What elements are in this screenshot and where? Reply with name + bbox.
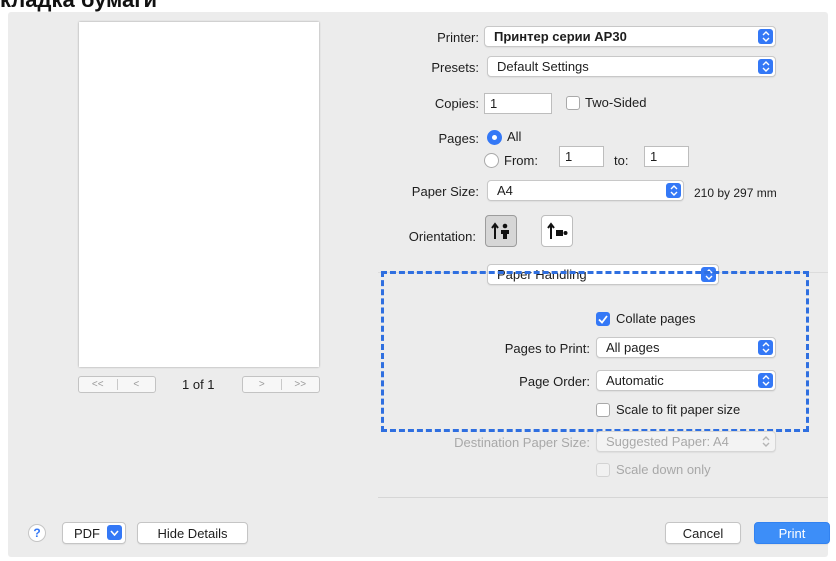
- pages-to-field[interactable]: 1: [644, 146, 689, 167]
- pages-to-print-value: All pages: [606, 340, 660, 355]
- previous-page-button[interactable]: <: [117, 379, 155, 390]
- preview-nav-forward-group: > >>: [242, 376, 320, 393]
- last-page-button[interactable]: >>: [281, 379, 319, 390]
- scale-to-fit-checkbox[interactable]: [596, 403, 610, 417]
- collate-pages-label: Collate pages: [616, 311, 696, 326]
- destination-paper-size-label: Destination Paper Size:: [454, 435, 590, 450]
- printer-label: Printer:: [437, 30, 479, 45]
- presets-popup[interactable]: Default Settings: [487, 56, 776, 77]
- print-preview-page: [79, 22, 319, 367]
- pdf-label: PDF: [74, 525, 100, 541]
- cancel-button[interactable]: Cancel: [665, 522, 741, 544]
- page-order-label: Page Order:: [519, 374, 590, 389]
- pages-to-print-label: Pages to Print:: [504, 341, 590, 356]
- checkmark-icon: [598, 314, 608, 324]
- page-indicator: 1 of 1: [182, 377, 215, 392]
- pages-from-radio[interactable]: [484, 153, 499, 168]
- paper-size-label: Paper Size:: [411, 184, 479, 199]
- pages-to-print-popup[interactable]: All pages: [596, 337, 776, 358]
- pdf-menu-button[interactable]: PDF: [62, 522, 126, 544]
- popup-arrows-icon: [758, 373, 773, 388]
- presets-value: Default Settings: [497, 59, 589, 74]
- orientation-landscape-button[interactable]: [541, 215, 573, 247]
- chevron-down-icon: [107, 525, 122, 540]
- orientation-label: Orientation:: [408, 229, 476, 244]
- page-order-value: Automatic: [606, 373, 664, 388]
- destination-paper-size-popup[interactable]: Suggested Paper: A4: [596, 431, 776, 452]
- first-page-button[interactable]: <<: [79, 379, 117, 390]
- copies-label: Copies:: [434, 96, 479, 111]
- paper-dimensions: 210 by 297 mm: [694, 186, 777, 200]
- landscape-orientation-icon: [547, 222, 568, 239]
- pages-all-label: All: [507, 129, 522, 144]
- copies-field[interactable]: 1: [484, 93, 552, 114]
- orientation-portrait-button[interactable]: [485, 215, 517, 247]
- two-sided-label: Two-Sided: [585, 95, 647, 110]
- two-sided-checkbox[interactable]: [566, 96, 580, 110]
- pages-label: Pages:: [438, 131, 479, 146]
- scale-down-only-label: Scale down only: [616, 462, 711, 477]
- popup-arrows-icon: [758, 29, 773, 44]
- hide-details-button[interactable]: Hide Details: [137, 522, 248, 544]
- collate-pages-checkbox[interactable]: [596, 312, 610, 326]
- footer-divider: [378, 497, 828, 498]
- help-button[interactable]: ?: [28, 524, 46, 542]
- preview-nav-back-group: << <: [78, 376, 156, 393]
- popup-arrows-icon: [758, 434, 773, 449]
- presets-label: Presets:: [431, 60, 479, 75]
- next-page-button[interactable]: >: [243, 379, 281, 390]
- paper-size-value: A4: [497, 183, 513, 198]
- page-order-popup[interactable]: Automatic: [596, 370, 776, 391]
- pages-from-label: From:: [504, 153, 538, 168]
- popup-arrows-icon: [758, 340, 773, 355]
- destination-paper-size-value: Suggested Paper: A4: [606, 434, 729, 449]
- pages-from-field[interactable]: 1: [559, 146, 604, 167]
- printer-value: Принтер серии AP30: [494, 29, 627, 44]
- scale-to-fit-label: Scale to fit paper size: [616, 402, 741, 417]
- paper-size-popup[interactable]: A4: [487, 180, 684, 201]
- popup-arrows-icon: [758, 59, 773, 74]
- popup-arrows-icon: [666, 183, 681, 198]
- portrait-orientation-icon: [491, 222, 509, 239]
- pages-to-label: to:: [614, 153, 629, 168]
- print-button[interactable]: Print: [754, 522, 830, 544]
- pages-all-radio[interactable]: [487, 130, 502, 145]
- scale-down-only-checkbox[interactable]: [596, 463, 610, 477]
- printer-popup[interactable]: Принтер серии AP30: [484, 26, 776, 47]
